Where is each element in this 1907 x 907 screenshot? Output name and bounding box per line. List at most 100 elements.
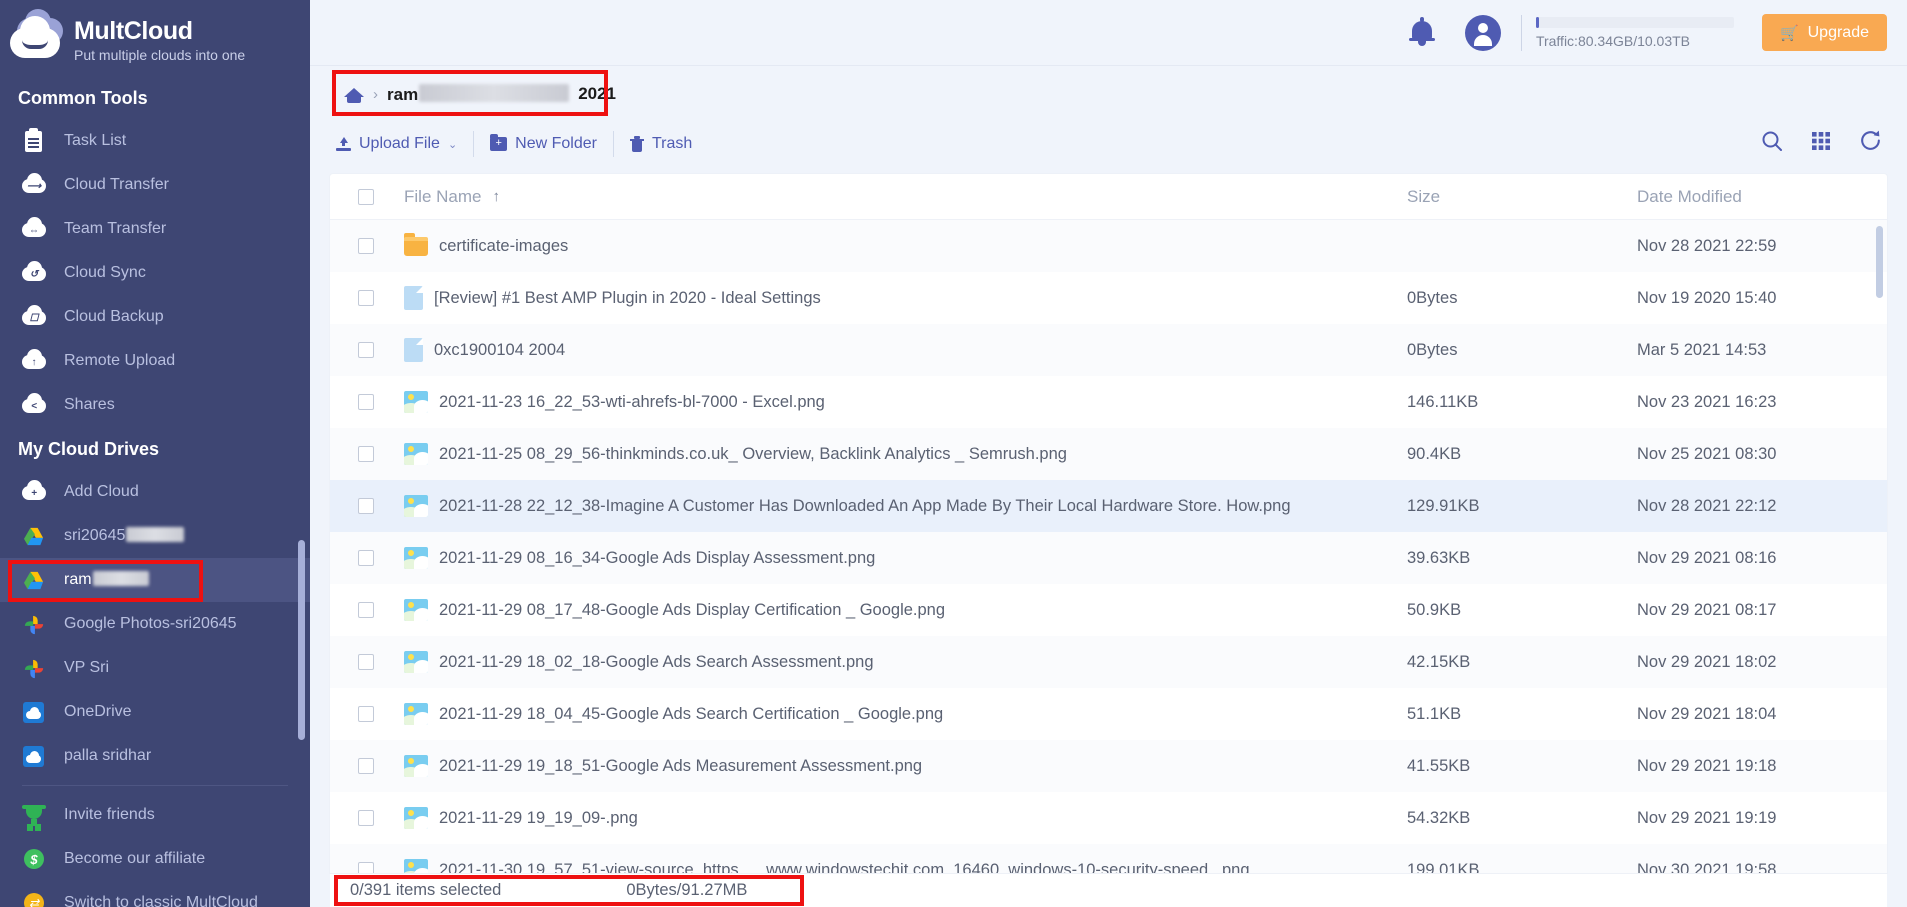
sidebar-scrollbar[interactable] xyxy=(298,540,305,740)
breadcrumb-account[interactable]: ram xyxy=(387,83,570,105)
row-checkbox[interactable] xyxy=(358,550,374,566)
row-checkbox[interactable] xyxy=(358,602,374,618)
sidebar-item-add-cloud[interactable]: + Add Cloud xyxy=(0,470,310,514)
search-icon[interactable] xyxy=(1760,129,1784,153)
row-checkbox[interactable] xyxy=(358,706,374,722)
file-size: 0Bytes xyxy=(1407,288,1458,307)
file-name[interactable]: 2021-11-28 22_12_38-Imagine A Customer H… xyxy=(439,497,1291,516)
refresh-icon[interactable] xyxy=(1858,128,1883,153)
traffic-progress-bar xyxy=(1535,16,1734,28)
row-checkbox[interactable] xyxy=(358,342,374,358)
sidebar-item-vp-sri[interactable]: VP Sri xyxy=(0,646,310,690)
sidebar-item-label: sri20645 xyxy=(46,527,185,545)
row-checkbox[interactable] xyxy=(358,394,374,410)
row-checkbox[interactable] xyxy=(358,238,374,254)
sidebar-item-switch-classic[interactable]: ⇄ Switch to classic MultCloud xyxy=(0,881,310,907)
table-row[interactable]: 0xc1900104 2004 0Bytes Mar 5 2021 14:53 xyxy=(330,324,1887,376)
file-size: 42.15KB xyxy=(1407,652,1471,671)
image-icon xyxy=(404,495,428,517)
sidebar-item-become-affiliate[interactable]: $ Become our affiliate xyxy=(0,837,310,881)
file-name[interactable]: 2021-11-29 08_16_34-Google Ads Display A… xyxy=(439,549,875,568)
table-row[interactable]: 2021-11-29 08_17_48-Google Ads Display C… xyxy=(330,584,1887,636)
file-name[interactable]: [Review] #1 Best AMP Plugin in 2020 - Id… xyxy=(434,289,821,308)
file-name[interactable]: 2021-11-29 18_02_18-Google Ads Search As… xyxy=(439,653,874,672)
traffic-meter: Traffic:80.34GB/10.03TB xyxy=(1535,16,1734,49)
file-name[interactable]: 2021-11-29 19_19_09-.png xyxy=(439,809,638,828)
sidebar-item-label: Task List xyxy=(64,132,127,149)
sidebar-item-task-list[interactable]: Task List xyxy=(0,119,310,163)
chevron-down-icon: ⌄ xyxy=(447,138,458,151)
file-name[interactable]: 2021-11-30 19_57_51-view-source_https___… xyxy=(439,861,1250,874)
row-checkbox[interactable] xyxy=(358,290,374,306)
sidebar-item-team-transfer[interactable]: ⇔ Team Transfer xyxy=(0,207,310,251)
upload-file-button[interactable]: Upload File ⌄ xyxy=(336,131,475,157)
sidebar-item-cloud-backup[interactable]: ☐ Cloud Backup xyxy=(0,295,310,339)
main-content: Traffic:80.34GB/10.03TB 🛒 Upgrade › ram … xyxy=(310,0,1907,907)
sidebar-item-label: Cloud Sync xyxy=(64,264,146,281)
sidebar-item-invite-friends[interactable]: Invite friends xyxy=(0,793,310,837)
table-row[interactable]: 2021-11-23 16_22_53-wti-ahrefs-bl-7000 -… xyxy=(330,376,1887,428)
file-name[interactable]: 2021-11-29 19_18_51-Google Ads Measureme… xyxy=(439,757,922,776)
redacted-text xyxy=(92,571,149,586)
image-icon xyxy=(404,651,428,673)
upgrade-button[interactable]: 🛒 Upgrade xyxy=(1761,14,1887,51)
column-header-file-name[interactable]: File Name ↑ xyxy=(402,187,1407,207)
column-header-size[interactable]: Size xyxy=(1407,187,1637,207)
file-size: 51.1KB xyxy=(1407,704,1462,723)
sidebar-item-onedrive[interactable]: OneDrive xyxy=(0,690,310,734)
sidebar-section-my-cloud-drives: My Cloud Drives xyxy=(18,439,160,459)
home-icon[interactable] xyxy=(344,85,364,103)
bell-icon[interactable] xyxy=(1407,16,1437,49)
table-row[interactable]: 2021-11-29 18_04_45-Google Ads Search Ce… xyxy=(330,688,1887,740)
top-bar: Traffic:80.34GB/10.03TB 🛒 Upgrade xyxy=(310,0,1907,66)
file-name[interactable]: certificate-images xyxy=(439,237,568,256)
sidebar-item-label: Add Cloud xyxy=(64,483,139,500)
trash-button[interactable]: Trash xyxy=(614,131,708,157)
row-checkbox[interactable] xyxy=(358,446,374,462)
sidebar-item-remote-upload[interactable]: ↑ Remote Upload xyxy=(0,339,310,383)
sidebar-item-drive-sri20645[interactable]: sri20645 xyxy=(0,514,310,558)
image-icon xyxy=(404,703,428,725)
row-checkbox[interactable] xyxy=(358,862,374,873)
sidebar-item-drive-ram[interactable]: ram xyxy=(0,558,310,602)
breadcrumb[interactable]: › ram 2021 xyxy=(332,79,628,110)
file-name[interactable]: 2021-11-23 16_22_53-wti-ahrefs-bl-7000 -… xyxy=(439,393,825,412)
select-all-checkbox[interactable] xyxy=(358,188,374,205)
table-row[interactable]: 2021-11-28 22_12_38-Imagine A Customer H… xyxy=(330,480,1887,532)
sort-ascending-icon[interactable]: ↑ xyxy=(492,188,500,205)
breadcrumb-separator: › xyxy=(373,85,378,103)
sidebar-item-shares[interactable]: < Shares xyxy=(0,383,310,427)
file-name[interactable]: 2021-11-29 18_04_45-Google Ads Search Ce… xyxy=(439,705,943,724)
table-row[interactable]: 2021-11-29 08_16_34-Google Ads Display A… xyxy=(330,532,1887,584)
folder-icon xyxy=(404,232,428,256)
sidebar-item-palla-sridhar[interactable]: palla sridhar xyxy=(0,734,310,778)
table-row[interactable]: 2021-11-25 08_29_56-thinkminds.co.uk_ Ov… xyxy=(330,428,1887,480)
row-checkbox[interactable] xyxy=(358,654,374,670)
sidebar-item-cloud-sync[interactable]: ↺ Cloud Sync xyxy=(0,251,310,295)
image-icon xyxy=(404,599,428,621)
brand-logo[interactable]: MultCloud Put multiple clouds into one xyxy=(0,0,310,76)
file-size: 39.63KB xyxy=(1407,548,1471,567)
file-list-scrollbar[interactable] xyxy=(1876,226,1883,298)
table-row[interactable]: certificate-images Nov 28 2021 22:59 xyxy=(330,220,1887,272)
file-name[interactable]: 0xc1900104 2004 xyxy=(434,341,565,360)
file-name[interactable]: 2021-11-29 08_17_48-Google Ads Display C… xyxy=(439,601,945,620)
grid-view-icon[interactable] xyxy=(1809,129,1833,153)
row-checkbox[interactable] xyxy=(358,498,374,514)
table-row[interactable]: 2021-11-29 18_02_18-Google Ads Search As… xyxy=(330,636,1887,688)
user-avatar-icon[interactable] xyxy=(1464,14,1501,51)
table-header: File Name ↑ Size Date Modified xyxy=(330,174,1887,220)
table-row[interactable]: [Review] #1 Best AMP Plugin in 2020 - Id… xyxy=(330,272,1887,324)
file-name[interactable]: 2021-11-25 08_29_56-thinkminds.co.uk_ Ov… xyxy=(439,445,1067,464)
new-folder-button[interactable]: + New Folder xyxy=(474,131,614,157)
table-row[interactable]: 2021-11-29 19_18_51-Google Ads Measureme… xyxy=(330,740,1887,792)
sidebar-item-cloud-transfer[interactable]: ⟶ Cloud Transfer xyxy=(0,163,310,207)
table-row[interactable]: 2021-11-30 19_57_51-view-source_https___… xyxy=(330,844,1887,873)
image-icon xyxy=(404,547,428,569)
sidebar-item-google-photos-sri20645[interactable]: Google Photos-sri20645 xyxy=(0,602,310,646)
table-row[interactable]: 2021-11-29 19_19_09-.png 54.32KB Nov 29 20… xyxy=(330,792,1887,844)
column-header-date-modified[interactable]: Date Modified xyxy=(1637,187,1887,207)
breadcrumb-folder[interactable]: 2021 xyxy=(578,84,616,104)
row-checkbox[interactable] xyxy=(358,810,374,826)
row-checkbox[interactable] xyxy=(358,758,374,774)
